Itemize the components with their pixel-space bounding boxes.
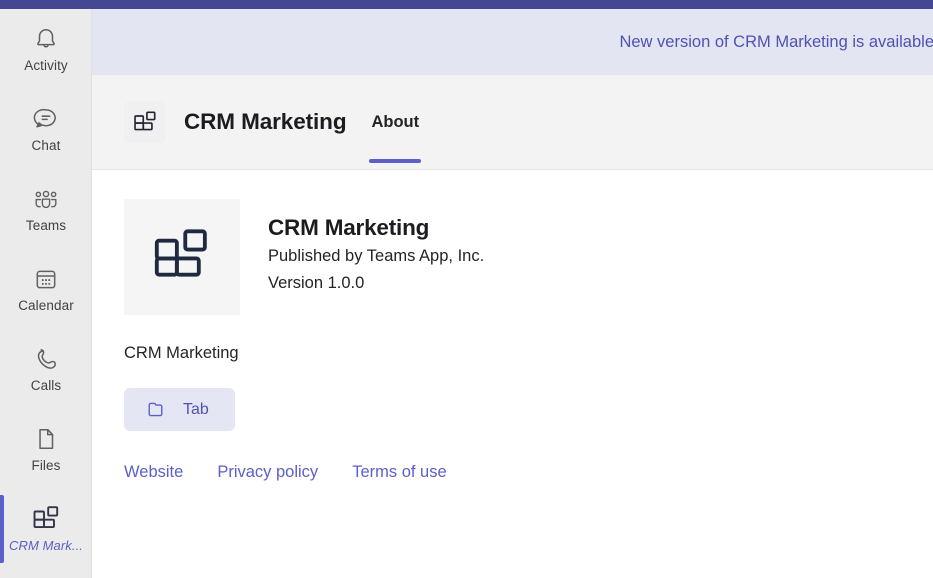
app-summary-text: CRM Marketing Published by Teams App, In… — [268, 199, 484, 297]
app-header-bar: CRM Marketing About — [92, 75, 933, 170]
chat-icon — [33, 104, 59, 134]
page-title: CRM Marketing — [184, 109, 347, 134]
app-name: CRM Marketing — [268, 215, 430, 240]
app-version: Version 1.0.0 — [268, 274, 365, 292]
app-summary: CRM Marketing Published by Teams App, In… — [92, 170, 933, 315]
sidebar-item-label: Chat — [31, 138, 61, 153]
phone-icon — [33, 344, 59, 374]
app-rail-sidebar: Activity Chat Teams Calendar Calls Files… — [0, 9, 92, 578]
capability-chip-tab[interactable]: Tab — [124, 388, 235, 431]
teams-icon — [32, 184, 60, 214]
sidebar-item-label: Calendar — [18, 298, 74, 313]
sidebar-item-crm-marketing[interactable]: CRM Mark... — [0, 489, 92, 569]
update-notification-banner: New version of CRM Marketing is availabl… — [92, 9, 933, 75]
app-description: CRM Marketing — [124, 344, 239, 362]
selection-indicator — [0, 495, 4, 563]
sidebar-item-activity[interactable]: Activity — [0, 9, 92, 89]
app-capabilities: Tab — [124, 388, 933, 431]
file-icon — [33, 424, 59, 454]
link-privacy-policy[interactable]: Privacy policy — [217, 463, 318, 482]
sidebar-item-files[interactable]: Files — [0, 409, 92, 489]
link-website[interactable]: Website — [124, 463, 183, 482]
sidebar-item-label: Calls — [30, 378, 62, 393]
banner-message: New version of CRM Marketing is availabl… — [619, 32, 933, 51]
bell-icon — [33, 24, 59, 54]
sidebar-item-label: Teams — [25, 218, 67, 233]
main-pane: New version of CRM Marketing is availabl… — [92, 9, 933, 578]
tab-folder-icon — [146, 400, 165, 419]
app-logo — [124, 199, 240, 315]
sidebar-item-chat[interactable]: Chat — [0, 89, 92, 169]
sidebar-item-calendar[interactable]: Calendar — [0, 249, 92, 329]
link-terms-of-use[interactable]: Terms of use — [352, 463, 446, 482]
capability-label: Tab — [183, 400, 209, 418]
app-links: Website Privacy policy Terms of use — [124, 463, 933, 482]
app-blocks-icon — [147, 224, 217, 290]
app-publisher: Published by Teams App, Inc. — [268, 247, 485, 265]
tab-about[interactable]: About — [369, 75, 422, 169]
about-content: CRM Marketing Published by Teams App, In… — [92, 170, 933, 482]
teams-app-window: Activity Chat Teams Calendar Calls Files… — [0, 0, 933, 578]
sidebar-item-label: Files — [31, 458, 61, 473]
sidebar-item-teams[interactable]: Teams — [0, 169, 92, 249]
app-blocks-icon — [124, 101, 166, 143]
app-blocks-icon — [31, 504, 61, 534]
calendar-icon — [33, 264, 59, 294]
sidebar-item-label: Activity — [24, 58, 68, 73]
sidebar-item-label: CRM Mark... — [8, 538, 84, 553]
header-tabstrip: About — [369, 75, 422, 169]
sidebar-item-calls[interactable]: Calls — [0, 329, 92, 409]
tab-label: About — [371, 112, 420, 131]
window-titlebar — [0, 0, 933, 9]
tab-active-underline — [369, 159, 422, 163]
